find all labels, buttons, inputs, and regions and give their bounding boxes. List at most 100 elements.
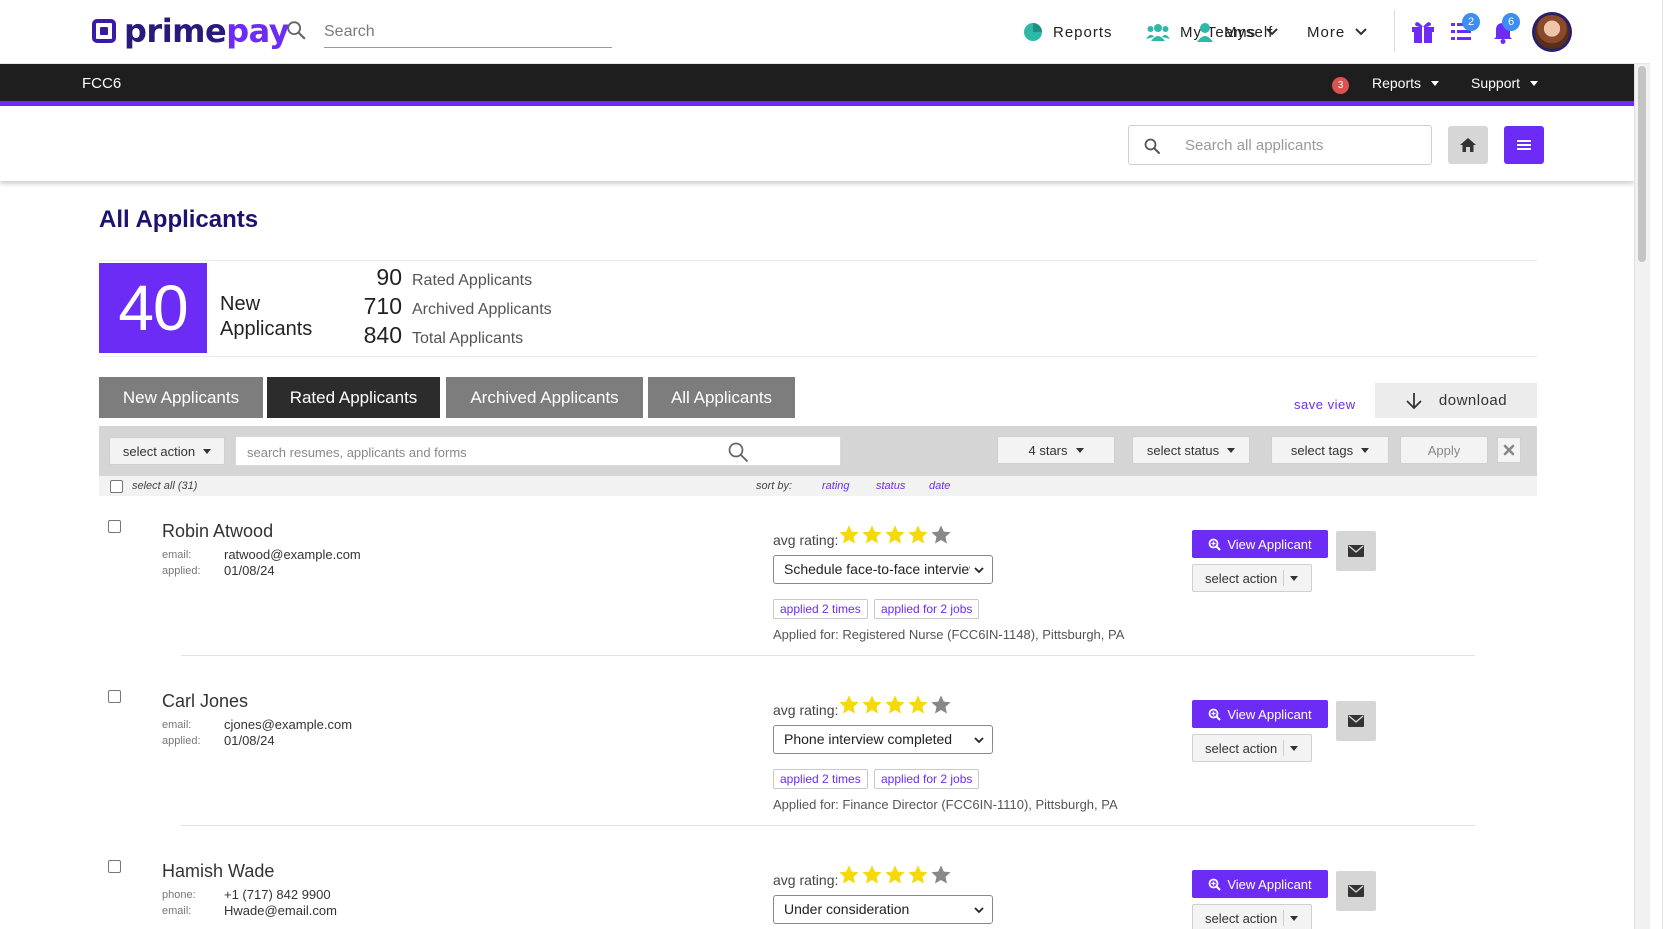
avg-rating-label: avg rating: [773, 532, 839, 548]
select-all-checkbox[interactable] [110, 480, 123, 493]
tab-all-applicants[interactable]: All Applicants [648, 377, 795, 418]
chevron-down-icon [974, 907, 984, 914]
primepay-logo-mark-icon [92, 19, 116, 43]
company-code: FCC6 [82, 75, 122, 92]
global-search-input[interactable] [324, 16, 612, 48]
zoom-in-icon [1208, 538, 1222, 551]
notifications-button[interactable]: 6 [1488, 13, 1520, 46]
sort-by-label: sort by: [756, 480, 793, 492]
applicant-checkbox[interactable] [108, 690, 121, 703]
user-icon [1197, 23, 1213, 42]
chevron-down-icon [974, 737, 984, 744]
caret-down-icon [1227, 447, 1236, 453]
applied-for-text: Applied for: Registered Nurse (FCC6IN-11… [773, 627, 1125, 642]
split-divider [1283, 910, 1285, 926]
email-value: ratwood@example.com [224, 547, 361, 562]
rating-stars [838, 524, 953, 546]
applied-jobs-tag[interactable]: applied for 2 jobs [874, 599, 980, 619]
applied-times-tag[interactable]: applied 2 times [773, 599, 868, 619]
tasks-button[interactable]: 2 [1448, 13, 1480, 46]
download-button[interactable]: download [1375, 383, 1537, 418]
split-divider [1283, 570, 1285, 586]
applied-label: applied: [162, 565, 201, 577]
search-icon[interactable] [727, 441, 749, 463]
applied-value: 01/08/24 [224, 733, 275, 748]
rating-filter-dropdown[interactable]: 4 stars [997, 436, 1115, 464]
email-applicant-button[interactable] [1336, 701, 1376, 741]
sort-by-rating-link[interactable]: rating [822, 480, 850, 492]
split-divider [1283, 740, 1285, 756]
nav-myself[interactable]: Myself [1196, 20, 1273, 44]
alert-count-badge[interactable]: 3 [1332, 77, 1349, 94]
apply-filters-button[interactable]: Apply [1400, 436, 1488, 464]
chevron-down-icon [1355, 28, 1367, 36]
email-label: email: [162, 549, 192, 561]
applicant-name[interactable]: Hamish Wade [162, 861, 274, 882]
tab-archived-applicants[interactable]: Archived Applicants [446, 377, 643, 418]
star-filled-icon [862, 695, 882, 714]
applicant-checkbox[interactable] [108, 860, 121, 873]
caret-down-icon [1530, 80, 1539, 86]
scrollbar-thumb[interactable] [1638, 66, 1646, 262]
gift-icon[interactable] [1408, 16, 1438, 46]
status-select[interactable]: Schedule face-to-face interview [773, 555, 993, 584]
applied-jobs-tag[interactable]: applied for 2 jobs [874, 769, 980, 789]
star-filled-icon [885, 865, 905, 884]
rated-count: 90 [376, 264, 402, 290]
row-select-action-dropdown[interactable]: select action [1192, 904, 1312, 929]
support-menu[interactable]: Support [1471, 75, 1539, 91]
tags-filter-dropdown[interactable]: select tags [1271, 436, 1389, 464]
email-applicant-button[interactable] [1336, 871, 1376, 911]
applicant-name[interactable]: Robin Atwood [162, 521, 273, 542]
applicant-row: Hamish Wade phone: +1 (717) 842 9900 ema… [0, 836, 1634, 929]
view-applicant-button[interactable]: View Applicant [1192, 870, 1328, 898]
applied-times-tag[interactable]: applied 2 times [773, 769, 868, 789]
avatar-photo [1535, 15, 1569, 49]
right-edge-line [1662, 0, 1663, 929]
sort-by-status-link[interactable]: status [876, 480, 905, 492]
status-filter-dropdown[interactable]: select status [1132, 436, 1250, 464]
home-button[interactable] [1448, 126, 1488, 164]
resume-search-input[interactable] [247, 443, 747, 461]
total-count: 840 [363, 322, 402, 348]
rated-label: Rated Applicants [412, 272, 533, 289]
status-select[interactable]: Under consideration [773, 895, 993, 924]
row-select-action-dropdown[interactable]: select action [1192, 734, 1312, 762]
close-icon [1503, 444, 1515, 456]
clear-filters-button[interactable] [1497, 437, 1521, 463]
notifications-badge: 6 [1502, 13, 1520, 31]
user-avatar[interactable] [1532, 12, 1572, 52]
star-filled-icon [862, 525, 882, 544]
nav-reports[interactable]: Reports [1023, 20, 1113, 44]
applicant-toolbar [0, 111, 1634, 181]
view-applicant-button[interactable]: View Applicant [1192, 700, 1328, 728]
top-nav: primepay Reports My Teams Myself More 2 [0, 0, 1680, 64]
menu-button[interactable] [1504, 126, 1544, 164]
search-icon [1144, 138, 1160, 154]
star-filled-icon [862, 865, 882, 884]
email-applicant-button[interactable] [1336, 531, 1376, 571]
company-bar: FCC6 3 Reports Support [0, 64, 1634, 106]
bulk-select-action-dropdown[interactable]: select action [109, 437, 225, 465]
nav-more[interactable]: More [1307, 20, 1377, 44]
applicant-name[interactable]: Carl Jones [162, 691, 248, 712]
envelope-icon [1348, 715, 1364, 727]
phone-value: +1 (717) 842 9900 [224, 887, 331, 902]
company-reports-menu[interactable]: Reports [1372, 75, 1440, 91]
save-view-link[interactable]: save view [1294, 397, 1356, 412]
star-filled-icon [908, 695, 928, 714]
tab-rated-applicants[interactable]: Rated Applicants [267, 377, 440, 418]
tab-new-applicants[interactable]: New Applicants [99, 377, 263, 418]
applicant-checkbox[interactable] [108, 520, 121, 533]
phone-label: phone: [162, 889, 196, 901]
status-select[interactable]: Phone interview completed [773, 725, 993, 754]
star-filled-icon [839, 695, 859, 714]
row-divider [181, 825, 1475, 826]
row-select-action-dropdown[interactable]: select action [1192, 564, 1312, 592]
sort-by-date-link[interactable]: date [929, 480, 950, 492]
search-all-applicants-input[interactable] [1185, 134, 1421, 156]
primepay-logo[interactable]: primepay [92, 14, 290, 48]
view-applicant-button[interactable]: View Applicant [1192, 530, 1328, 558]
email-value: Hwade@email.com [224, 903, 337, 918]
zoom-in-icon [1208, 878, 1222, 891]
